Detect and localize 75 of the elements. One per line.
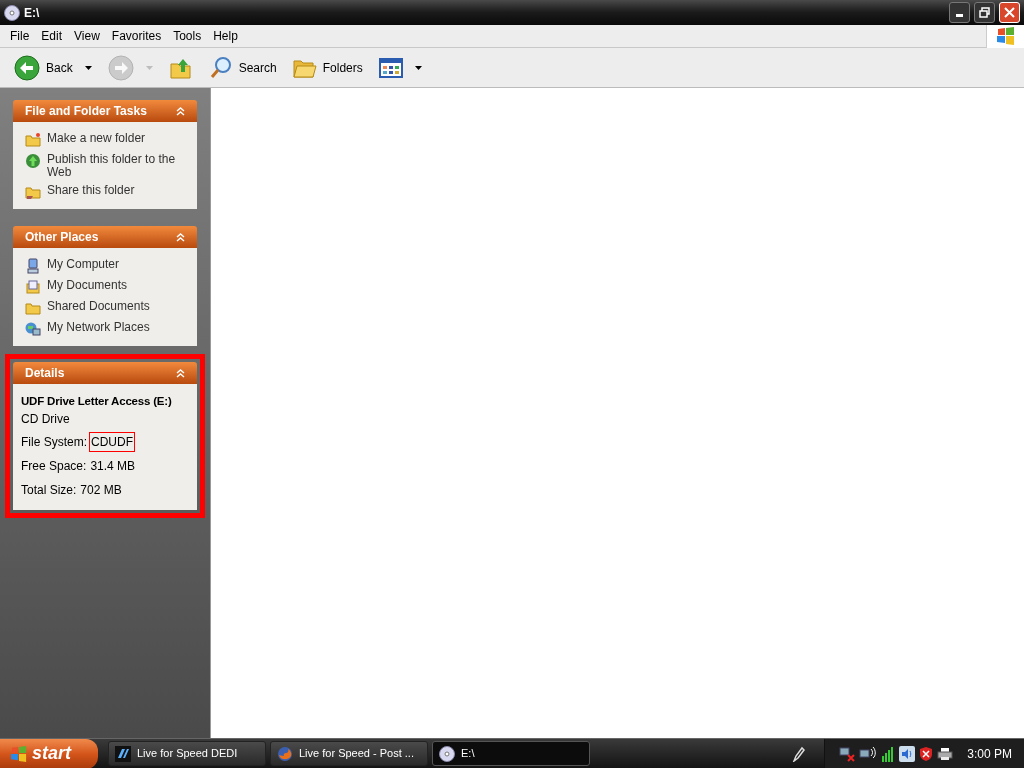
panel-header[interactable]: Other Places xyxy=(13,226,197,248)
task-label: E:\ xyxy=(461,746,475,762)
panel-header[interactable]: File and Folder Tasks xyxy=(13,100,197,122)
restore-button[interactable] xyxy=(974,2,995,23)
panel-header[interactable]: Details xyxy=(13,362,197,384)
app-logo-icon xyxy=(115,745,131,762)
back-button[interactable]: Back xyxy=(8,51,98,84)
printer-icon[interactable] xyxy=(937,746,954,761)
folders-button[interactable]: Folders xyxy=(286,51,369,84)
detail-value: 702 MB xyxy=(79,482,123,500)
caret-icon xyxy=(145,65,153,70)
menu-item[interactable]: Help xyxy=(207,27,244,45)
drive-type: CD Drive xyxy=(21,411,71,429)
taskbar-button[interactable]: Live for Speed - Post ... xyxy=(270,741,428,766)
start-button[interactable]: start xyxy=(0,738,98,768)
collapse-chevron-icon[interactable] xyxy=(176,106,185,116)
windows-flag-icon xyxy=(10,745,28,762)
speaker-icon[interactable] xyxy=(899,745,916,762)
button-label: Back xyxy=(46,59,73,77)
menu-item[interactable]: Tools xyxy=(167,27,208,45)
panel-title: File and Folder Tasks xyxy=(25,103,147,120)
detail-value: CDUDF xyxy=(89,432,135,453)
cd-icon xyxy=(4,4,20,21)
detail-value: 31.4 MB xyxy=(89,458,137,476)
caret-icon xyxy=(414,65,422,70)
detail-label: File System: xyxy=(21,434,87,452)
detail-label: Total Size: xyxy=(21,482,77,500)
shared-folder-icon xyxy=(25,184,41,200)
window-title: E:\ xyxy=(24,4,40,22)
task-label: Live for Speed - Post ... xyxy=(299,746,414,762)
search-icon xyxy=(208,55,233,80)
pen-icon[interactable] xyxy=(792,745,807,762)
task-link[interactable]: Publish this folder to the Web xyxy=(47,152,185,179)
menu-item[interactable]: Edit xyxy=(35,27,69,45)
search-button[interactable]: Search xyxy=(202,51,283,84)
folder-icon xyxy=(25,300,41,316)
detail-label: Free Space: xyxy=(21,458,87,476)
task-link[interactable]: My Documents xyxy=(47,278,128,295)
panel-title: Details xyxy=(25,365,65,382)
task-link[interactable]: Shared Documents xyxy=(47,299,150,316)
signal-bars-icon[interactable] xyxy=(881,745,896,762)
collapse-chevron-icon[interactable] xyxy=(176,232,185,242)
cd-icon xyxy=(439,745,455,762)
button-label: Search xyxy=(238,59,277,77)
network-disconnected-icon[interactable] xyxy=(839,745,856,762)
network-icon xyxy=(25,321,41,337)
folder-icon xyxy=(25,132,41,148)
task-link[interactable]: My Computer xyxy=(47,257,120,274)
task-link[interactable]: Share this folder xyxy=(47,183,135,200)
caret-icon xyxy=(84,65,92,70)
task-label: Live for Speed DEDI xyxy=(137,746,238,762)
task-link[interactable]: My Network Places xyxy=(47,320,150,337)
drive-name: UDF Drive Letter Access (E:) xyxy=(21,394,172,409)
collapse-chevron-icon[interactable] xyxy=(176,368,185,378)
menu-item[interactable]: View xyxy=(68,27,106,45)
button-label: Folders xyxy=(322,59,363,77)
panel-title: Other Places xyxy=(25,229,99,246)
globe-icon xyxy=(25,153,41,169)
minimize-button[interactable] xyxy=(949,2,970,23)
close-icon xyxy=(1004,7,1015,18)
documents-icon xyxy=(25,279,41,295)
menu-item[interactable]: File xyxy=(4,27,36,45)
restore-icon xyxy=(979,7,990,18)
close-button[interactable] xyxy=(999,2,1020,23)
clock: 3:00 PM xyxy=(967,745,1012,763)
views-icon xyxy=(378,57,403,78)
shield-icon[interactable] xyxy=(919,745,934,762)
computer-icon xyxy=(25,258,41,274)
windows-flag-icon xyxy=(995,27,1016,45)
menu-item[interactable]: Favorites xyxy=(105,27,168,45)
taskbar-button[interactable]: E:\ xyxy=(432,741,590,766)
taskbar-button[interactable]: Live for Speed DEDI xyxy=(108,741,266,766)
minimize-icon xyxy=(956,14,963,17)
browser-icon xyxy=(277,745,293,762)
task-link[interactable]: Make a new folder xyxy=(47,131,146,148)
